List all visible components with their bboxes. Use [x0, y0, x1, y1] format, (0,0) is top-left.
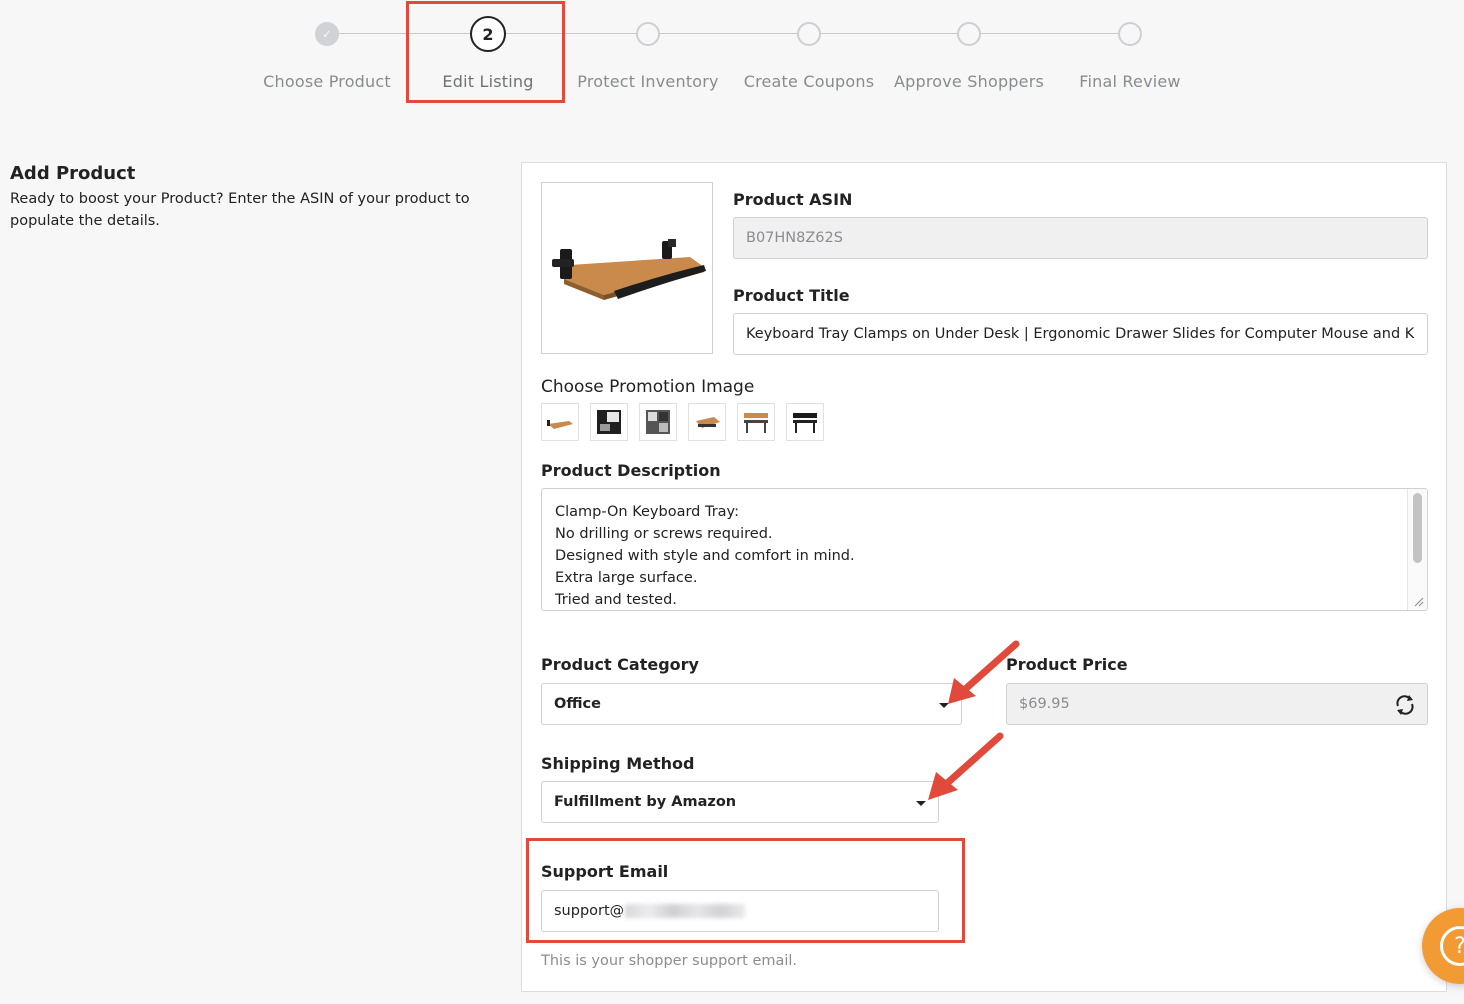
annotation-arrow-icon	[948, 640, 1020, 704]
category-select[interactable]: Office	[541, 683, 962, 725]
photo-thumbnail-icon	[646, 410, 670, 434]
add-product-intro: Add Product Ready to boost your Product?…	[10, 163, 480, 232]
promo-thumb-5[interactable]	[737, 403, 775, 441]
keyboard-tray-image	[552, 239, 706, 300]
section-title: Add Product	[10, 163, 136, 184]
product-image	[541, 182, 713, 354]
promo-thumb-2[interactable]	[590, 403, 628, 441]
annotation-box-edit-listing	[406, 1, 565, 103]
section-description: Ready to boost your Product? Enter the A…	[10, 191, 470, 229]
shipping-value: Fulfillment by Amazon	[554, 794, 737, 810]
step-label: Create Coupons	[743, 72, 875, 91]
resize-grip-icon[interactable]	[1411, 594, 1425, 608]
category-value: Office	[554, 696, 601, 712]
check-icon: ✓	[315, 22, 339, 46]
description-scrollbar[interactable]	[1407, 489, 1427, 610]
question-icon: ?	[1440, 926, 1464, 966]
annotation-arrow-icon	[928, 732, 1004, 800]
tray-thumbnail-icon	[696, 417, 720, 428]
description-label: Product Description	[541, 461, 721, 480]
title-input[interactable]: Keyboard Tray Clamps on Under Desk | Erg…	[733, 313, 1428, 355]
progress-stepper: ✓ Choose Product 2 Edit Listing Protect …	[0, 0, 1464, 130]
asin-input[interactable]: B07HN8Z62S	[733, 217, 1428, 259]
desk-thumbnail-icon	[744, 413, 768, 433]
step-circle	[636, 22, 660, 46]
photo-thumbnail-icon	[597, 410, 621, 434]
step-label: Protect Inventory	[577, 72, 719, 91]
description-line: Extra large surface.	[555, 570, 698, 586]
step-label: Approve Shoppers	[893, 72, 1045, 91]
asin-label: Product ASIN	[733, 190, 853, 209]
description-line: Tried and tested.	[555, 592, 677, 608]
desk-thumbnail-icon	[793, 413, 817, 433]
price-input[interactable]: $69.95	[1006, 683, 1428, 725]
promo-thumb-4[interactable]	[688, 403, 726, 441]
category-label: Product Category	[541, 655, 699, 674]
shipping-label: Shipping Method	[541, 754, 695, 773]
description-textarea[interactable]: Clamp-On Keyboard Tray: No drilling or s…	[541, 488, 1428, 611]
description-line: No drilling or screws required.	[555, 526, 773, 542]
promo-thumb-3[interactable]	[639, 403, 677, 441]
support-email-help: This is your shopper support email.	[541, 953, 798, 969]
scroll-thumb[interactable]	[1413, 493, 1422, 563]
title-label: Product Title	[733, 286, 850, 305]
step-circle	[797, 22, 821, 46]
promotion-image-label: Choose Promotion Image	[541, 377, 755, 397]
step-circle	[957, 22, 981, 46]
step-label: Final Review	[1079, 72, 1181, 91]
step-label: Choose Product	[263, 72, 391, 91]
shipping-select[interactable]: Fulfillment by Amazon	[541, 781, 939, 823]
step-circle	[1118, 22, 1142, 46]
description-line: Clamp-On Keyboard Tray:	[555, 504, 739, 520]
description-line: Designed with style and comfort in mind.	[555, 548, 855, 564]
promotion-image-thumbs	[541, 403, 824, 441]
promo-thumb-6[interactable]	[786, 403, 824, 441]
promo-thumb-1[interactable]	[541, 403, 579, 441]
annotation-box-support-email	[526, 838, 965, 943]
refresh-icon[interactable]	[1394, 694, 1416, 716]
tray-thumbnail-icon	[547, 420, 573, 429]
